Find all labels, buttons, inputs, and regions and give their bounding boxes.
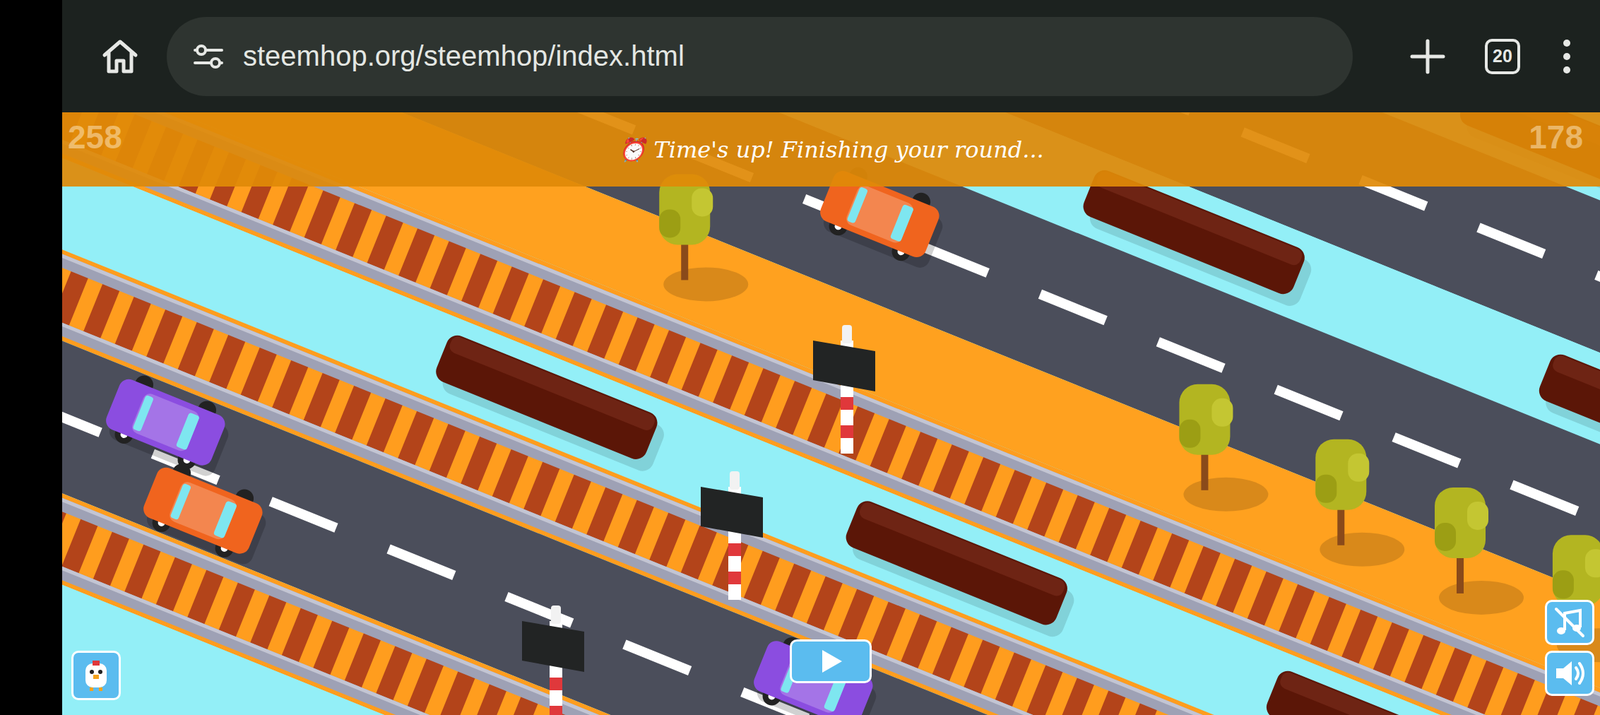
new-tab-button[interactable] bbox=[1399, 28, 1456, 85]
chicken-icon bbox=[78, 657, 114, 693]
car bbox=[747, 629, 886, 715]
character-button[interactable] bbox=[71, 650, 121, 701]
tree bbox=[1178, 384, 1268, 512]
left-bezel bbox=[0, 0, 63, 715]
rail-track bbox=[62, 205, 1600, 715]
home-icon bbox=[100, 36, 140, 77]
tree bbox=[659, 173, 749, 301]
play-button[interactable] bbox=[789, 639, 872, 684]
road-dash bbox=[269, 496, 339, 532]
browser-window: steemhop.org/steemhop/index.html 20 ⏰ Time… bbox=[62, 0, 1600, 715]
home-button[interactable] bbox=[91, 28, 149, 85]
music-toggle[interactable] bbox=[1544, 599, 1595, 645]
lane-ground bbox=[62, 201, 1600, 715]
water-lane bbox=[62, 280, 1600, 715]
road-dash bbox=[1391, 432, 1461, 468]
play-icon bbox=[816, 647, 845, 676]
log bbox=[839, 497, 1081, 640]
rail-ties bbox=[62, 216, 1600, 715]
road-dash bbox=[62, 401, 103, 437]
log bbox=[429, 332, 671, 475]
rail-lane bbox=[62, 201, 1600, 715]
status-banner: ⏰ Time's up! Finishing your round... bbox=[62, 112, 1600, 187]
menu-button[interactable] bbox=[1549, 28, 1585, 85]
rail-track bbox=[62, 264, 1600, 715]
top-score: 178 bbox=[1528, 117, 1584, 157]
game-canvas[interactable]: ⏰ Time's up! Finishing your round... 258 1… bbox=[62, 112, 1600, 715]
tab-count: 20 bbox=[1484, 38, 1521, 75]
road-dash bbox=[504, 591, 574, 628]
tree bbox=[1434, 487, 1524, 615]
railway-signal bbox=[813, 324, 876, 454]
music-note-icon bbox=[1551, 604, 1588, 640]
tab-switcher-button[interactable]: 20 bbox=[1474, 28, 1531, 85]
road-dash bbox=[1038, 289, 1108, 325]
log bbox=[1532, 351, 1600, 494]
car bbox=[99, 367, 239, 479]
tree bbox=[1315, 439, 1405, 567]
lanes bbox=[62, 112, 1600, 715]
plus-icon bbox=[1409, 38, 1447, 75]
car bbox=[137, 455, 276, 568]
phone-screen: steemhop.org/steemhop/index.html 20 ⏰ Time… bbox=[0, 0, 1600, 715]
rail-highlight bbox=[62, 205, 1600, 715]
address-bar[interactable]: steemhop.org/steemhop/index.html bbox=[166, 16, 1353, 97]
road-dash bbox=[1509, 480, 1579, 516]
browser-toolbar: steemhop.org/steemhop/index.html 20 bbox=[62, 0, 1600, 113]
road-dash bbox=[386, 544, 456, 580]
road-dash bbox=[1476, 222, 1546, 258]
road-dash bbox=[1274, 384, 1344, 421]
sound-toggle[interactable] bbox=[1544, 650, 1595, 696]
road-dash bbox=[622, 639, 692, 675]
road-dash bbox=[1594, 270, 1600, 306]
score: 258 bbox=[67, 117, 123, 157]
game-scene bbox=[62, 112, 1600, 715]
railway-signal bbox=[700, 471, 763, 600]
log bbox=[1076, 166, 1318, 310]
log bbox=[1260, 667, 1502, 715]
site-settings-icon bbox=[192, 42, 225, 71]
rail-highlight bbox=[62, 264, 1600, 715]
railway-signal bbox=[522, 605, 585, 715]
road-dash bbox=[1156, 336, 1226, 373]
banner-text: ⏰ Time's up! Finishing your round... bbox=[618, 136, 1045, 164]
more-dots-icon bbox=[1559, 38, 1574, 75]
url-text: steemhop.org/steemhop/index.html bbox=[243, 40, 685, 73]
speaker-icon bbox=[1551, 655, 1588, 691]
lane-ground bbox=[62, 280, 1600, 715]
